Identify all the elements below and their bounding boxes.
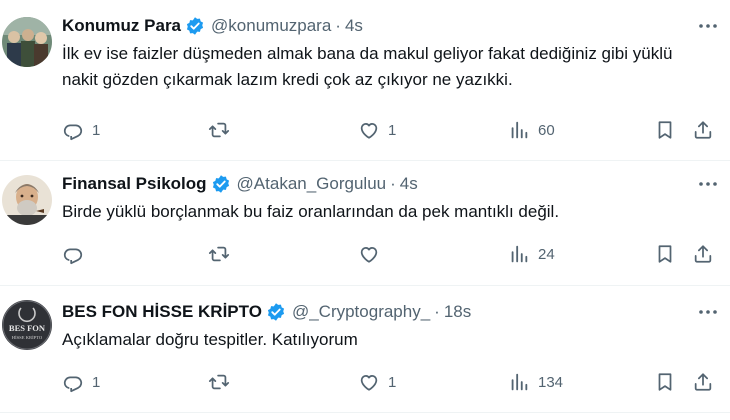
- reply-button[interactable]: 1: [62, 118, 100, 142]
- reply-icon: [63, 376, 83, 393]
- action-bar: 1 1 60: [62, 118, 720, 142]
- retweet-button[interactable]: [208, 242, 238, 266]
- like-button[interactable]: [358, 242, 388, 266]
- retweet-icon: [208, 246, 230, 262]
- more-options-icon[interactable]: [696, 300, 720, 324]
- share-button[interactable]: [692, 370, 714, 394]
- tweet-text: Birde yüklü borçlanmak bu faiz oranların…: [62, 202, 560, 221]
- bookmark-button[interactable]: [654, 370, 676, 394]
- share-icon: [694, 121, 712, 139]
- timestamp[interactable]: 18s: [444, 302, 471, 322]
- avatar-logo-text-1: BES FON: [9, 323, 46, 333]
- share-icon: [694, 373, 712, 391]
- timestamp[interactable]: 4s: [345, 16, 363, 36]
- timestamp[interactable]: 4s: [400, 174, 418, 194]
- group-photo-avatar[interactable]: [2, 17, 52, 67]
- reply-button[interactable]: 1: [62, 370, 100, 394]
- verified-badge-icon: [186, 17, 204, 35]
- author-name[interactable]: BES FON HİSSE KRİPTO: [62, 302, 262, 322]
- reply-count: 1: [92, 121, 101, 139]
- author-name[interactable]: Finansal Psikolog: [62, 174, 207, 194]
- views-chart-icon: [511, 373, 528, 391]
- views-button[interactable]: 134: [508, 370, 563, 394]
- share-button[interactable]: [692, 118, 714, 142]
- views-button[interactable]: 24: [508, 242, 555, 266]
- tweet-3[interactable]: BES FON HİSSE KRİPTO BES FON HİSSE KRİPT…: [0, 300, 730, 410]
- view-count: 24: [538, 245, 555, 263]
- bookmark-icon: [658, 373, 672, 391]
- separator-dot: ·: [335, 16, 341, 35]
- heart-icon: [360, 246, 378, 263]
- bookmark-icon: [658, 245, 672, 263]
- divider: [0, 160, 730, 161]
- share-icon: [694, 245, 712, 263]
- view-count: 134: [538, 373, 564, 391]
- retweet-icon: [208, 374, 230, 390]
- reply-count: 1: [92, 373, 101, 391]
- portrait-avatar[interactable]: [2, 175, 52, 225]
- tweet-text: İlk ev ise faizler düşmeden almak bana d…: [62, 44, 673, 89]
- verified-badge-icon: [267, 303, 285, 321]
- share-button[interactable]: [692, 242, 714, 266]
- bookmark-icon: [658, 121, 672, 139]
- heart-icon: [360, 122, 378, 139]
- bookmark-button[interactable]: [654, 242, 676, 266]
- views-chart-icon: [511, 245, 528, 263]
- views-button[interactable]: 60: [508, 118, 555, 142]
- reply-button[interactable]: [62, 242, 92, 266]
- like-count: 1: [388, 121, 397, 139]
- retweet-icon: [208, 122, 230, 138]
- separator-dot: ·: [434, 302, 440, 321]
- bes-fon-logo-avatar[interactable]: BES FON HİSSE KRİPTO: [2, 300, 52, 350]
- like-count: 1: [388, 373, 397, 391]
- retweet-button[interactable]: [208, 370, 238, 394]
- author-handle[interactable]: @_Cryptography_: [292, 302, 430, 322]
- heart-icon: [360, 374, 378, 391]
- tweet-header: Konumuz Para @konumuzpara · 4s: [62, 14, 363, 38]
- bookmark-button[interactable]: [654, 118, 676, 142]
- tweet-text: Açıklamalar doğru tespitler. Katılıyorum: [62, 330, 358, 349]
- more-options-icon[interactable]: [696, 172, 720, 196]
- more-options-icon[interactable]: [696, 14, 720, 38]
- author-name[interactable]: Konumuz Para: [62, 16, 181, 36]
- like-button[interactable]: 1: [358, 118, 396, 142]
- separator-dot: ·: [390, 174, 396, 193]
- reply-icon: [63, 124, 83, 141]
- reply-icon: [63, 248, 83, 265]
- action-bar: 1 1 134: [62, 370, 720, 394]
- author-handle[interactable]: @Atakan_Gorguluu: [237, 174, 387, 194]
- view-count: 60: [538, 121, 555, 139]
- author-handle[interactable]: @konumuzpara: [211, 16, 331, 36]
- action-bar: 24: [62, 242, 720, 266]
- tweet-header: BES FON HİSSE KRİPTO @_Cryptography_ · 1…: [62, 300, 471, 324]
- divider: [0, 285, 730, 286]
- divider: [0, 412, 730, 413]
- verified-badge-icon: [212, 175, 229, 193]
- tweet-2[interactable]: Finansal Psikolog @Atakan_Gorguluu · 4s …: [0, 172, 730, 272]
- like-button[interactable]: 1: [358, 370, 396, 394]
- avatar-logo-text-2: HİSSE KRİPTO: [12, 335, 43, 340]
- tweet-header: Finansal Psikolog @Atakan_Gorguluu · 4s: [62, 172, 418, 196]
- views-chart-icon: [511, 121, 528, 139]
- tweet-1[interactable]: Konumuz Para @konumuzpara · 4s İlk ev is…: [0, 14, 730, 144]
- retweet-button[interactable]: [208, 118, 238, 142]
